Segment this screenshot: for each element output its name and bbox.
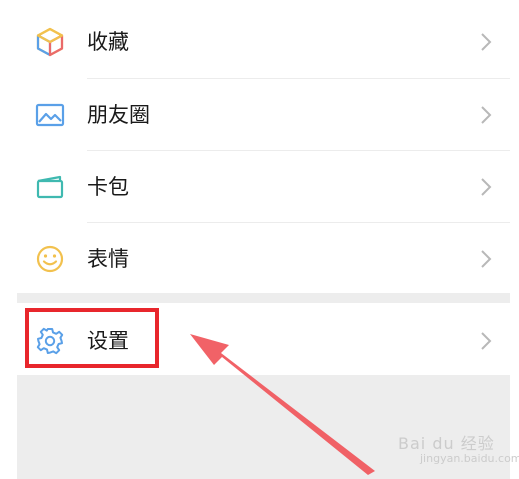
menu-item-favorites[interactable]: 收藏 [17, 0, 510, 72]
menu-item-moments[interactable]: 朋友圈 [17, 73, 510, 145]
chevron-right-icon [481, 250, 492, 268]
chevron-right-icon [481, 33, 492, 51]
card-wallet-icon [36, 175, 64, 199]
menu-item-label: 表情 [87, 247, 129, 271]
favorites-cube-icon [36, 27, 64, 57]
menu-item-card-wallet[interactable]: 卡包 [17, 145, 510, 217]
me-page-menu: 收藏 朋友圈 卡包 表情 设置 [17, 0, 510, 479]
chevron-right-icon [481, 106, 492, 124]
menu-item-label: 卡包 [87, 175, 129, 199]
menu-item-label: 朋友圈 [87, 103, 150, 127]
menu-group: 收藏 朋友圈 卡包 表情 [17, 0, 510, 293]
highlight-box [25, 308, 159, 368]
watermark: Bai du 经验 [398, 434, 495, 453]
menu-item-stickers[interactable]: 表情 [17, 217, 510, 289]
sticker-smile-icon [36, 245, 64, 273]
chevron-right-icon [481, 178, 492, 196]
chevron-right-icon [481, 332, 492, 350]
moments-photo-icon [35, 103, 65, 127]
watermark-sub: jingyan.baidu.com [420, 452, 519, 465]
menu-item-label: 收藏 [87, 30, 129, 54]
